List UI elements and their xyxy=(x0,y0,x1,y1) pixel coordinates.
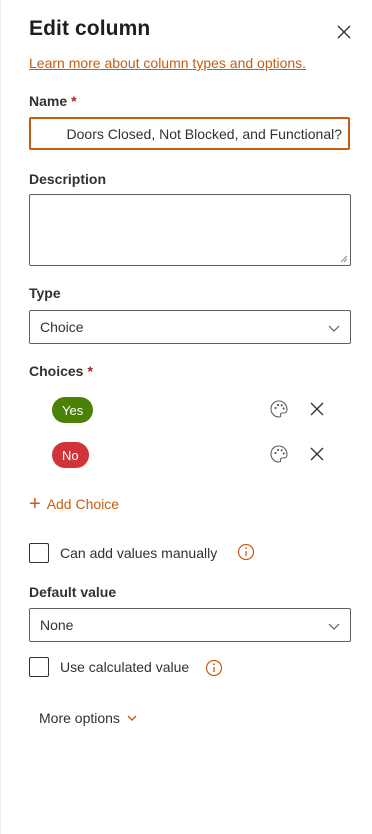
close-icon[interactable] xyxy=(333,21,355,43)
choice-pill-no[interactable]: No xyxy=(52,442,89,468)
learn-more-link[interactable]: Learn more about column types and option… xyxy=(29,55,306,71)
name-input[interactable]: Doors Closed, Not Blocked, and Functiona… xyxy=(29,117,350,150)
name-label: Name * xyxy=(29,93,77,109)
manual-values-label: Can add values manually xyxy=(60,545,218,561)
choice-pill-yes[interactable]: Yes xyxy=(52,397,94,423)
panel-title: Edit column xyxy=(29,17,151,40)
choices-label-text: Choices xyxy=(29,363,84,379)
plus-icon: + xyxy=(29,493,41,515)
description-label: Description xyxy=(29,171,107,187)
more-options-label: More options xyxy=(39,710,120,726)
default-value-label: Default value xyxy=(29,584,117,600)
calculated-value-label: Use calculated value xyxy=(60,659,190,675)
default-value-dropdown[interactable]: None xyxy=(29,608,351,642)
type-label: Type xyxy=(29,285,61,301)
palette-icon[interactable] xyxy=(269,399,289,419)
type-dropdown[interactable]: Choice xyxy=(29,310,351,344)
name-input-value: Doors Closed, Not Blocked, and Functiona… xyxy=(66,125,342,142)
calculated-value-checkbox[interactable] xyxy=(29,657,49,677)
info-icon[interactable] xyxy=(237,543,255,561)
manual-values-checkbox[interactable] xyxy=(29,543,49,563)
edit-column-panel: Edit column Learn more about column type… xyxy=(0,0,372,834)
name-label-text: Name xyxy=(29,93,68,109)
required-mark: * xyxy=(71,93,77,109)
resize-grip-icon[interactable] xyxy=(340,255,348,263)
default-value-dropdown-value: None xyxy=(40,617,74,633)
remove-choice-icon[interactable] xyxy=(307,399,327,419)
more-options-button[interactable]: More options xyxy=(39,710,137,726)
palette-icon[interactable] xyxy=(269,444,289,464)
remove-choice-icon[interactable] xyxy=(307,444,327,464)
add-choice-button[interactable]: + Add Choice xyxy=(29,493,120,515)
info-icon[interactable] xyxy=(205,659,223,677)
type-dropdown-value: Choice xyxy=(40,319,84,335)
add-choice-label: Add Choice xyxy=(46,496,120,512)
choices-label: Choices * xyxy=(29,363,93,379)
required-mark: * xyxy=(87,363,93,379)
chevron-down-icon xyxy=(328,623,340,630)
chevron-down-icon xyxy=(328,325,340,332)
description-textarea[interactable] xyxy=(29,194,351,266)
chevron-down-icon xyxy=(127,715,137,721)
